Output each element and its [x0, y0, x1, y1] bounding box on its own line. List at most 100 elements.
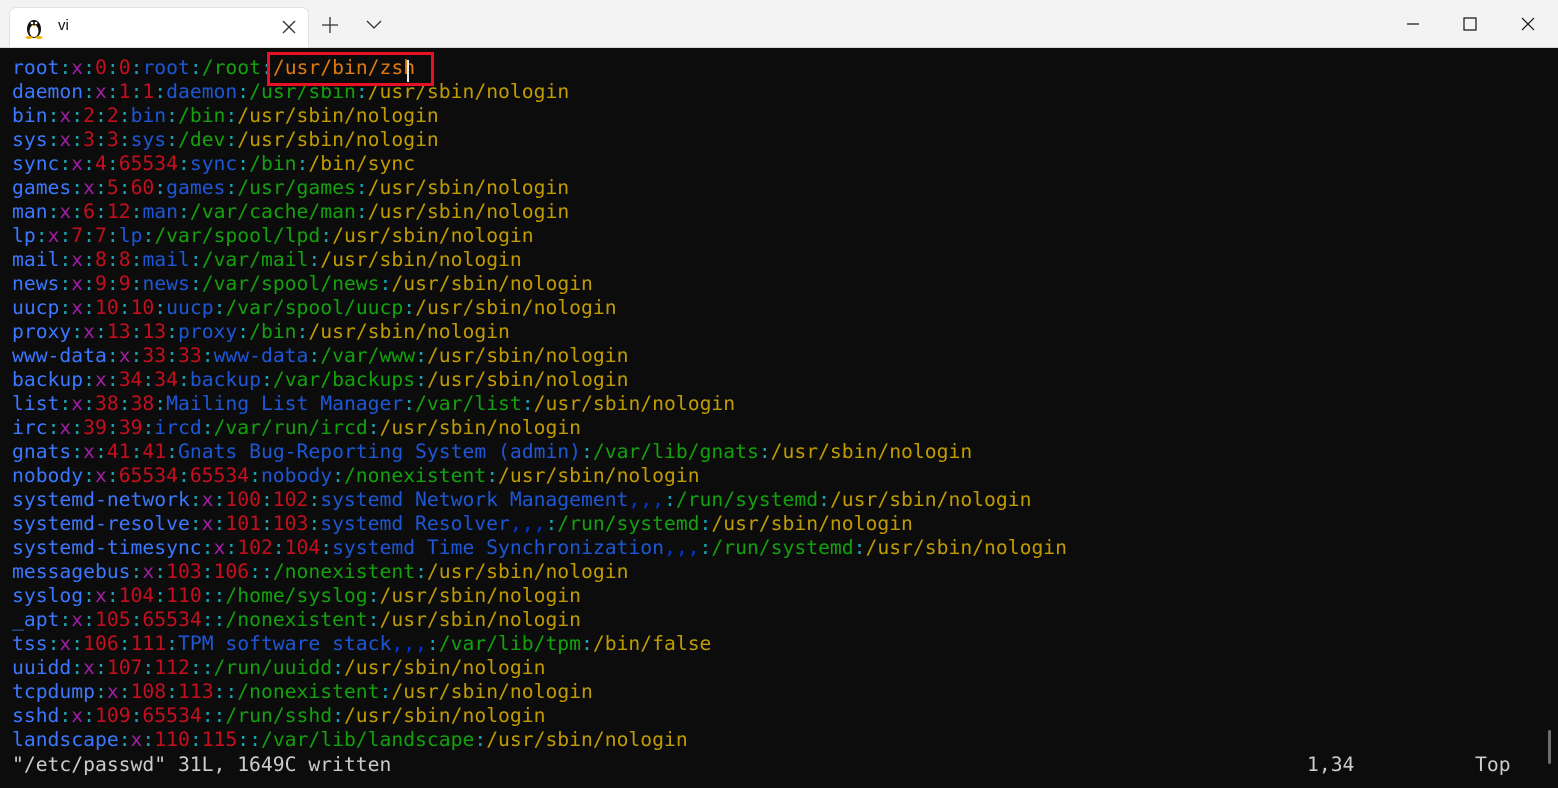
passwd-line[interactable]: systemd-resolve:x:101:103:systemd Resolv… — [12, 512, 1067, 536]
field-gid: 112 — [154, 656, 190, 679]
passwd-line[interactable]: daemon:x:1:1:daemon:/usr/sbin:/usr/sbin/… — [12, 80, 1067, 104]
passwd-line[interactable]: mail:x:8:8:mail:/var/mail:/usr/sbin/nolo… — [12, 248, 1067, 272]
field-username: irc — [12, 416, 48, 439]
field-separator: : — [130, 248, 143, 271]
passwd-line[interactable]: sync:x:4:65534:sync:/bin:/bin/sync — [12, 152, 1067, 176]
field-username: sync — [12, 152, 60, 175]
field-gecos: mail — [142, 248, 190, 271]
field-username: man — [12, 200, 48, 223]
passwd-line[interactable]: proxy:x:13:13:proxy:/bin:/usr/sbin/nolog… — [12, 320, 1067, 344]
field-separator: : — [249, 464, 261, 487]
passwd-line[interactable]: sys:x:3:3:sys:/dev:/usr/sbin/nologin — [12, 128, 1067, 152]
passwd-line[interactable]: irc:x:39:39:ircd:/var/run/ircd:/usr/sbin… — [12, 416, 1067, 440]
field-shell: /usr/sbin/nologin — [391, 272, 593, 295]
field-separator: : — [142, 224, 155, 247]
passwd-line[interactable]: uucp:x:10:10:uucp:/var/spool/uucp:/usr/s… — [12, 296, 1067, 320]
field-gid: 115 — [201, 728, 238, 751]
passwd-line[interactable]: landscape:x:110:115::/var/lib/landscape:… — [12, 728, 1067, 752]
field-shell: /usr/sbin/nologin — [426, 344, 629, 367]
field-separator: : — [83, 368, 95, 391]
field-username: nobody — [12, 464, 84, 487]
field-shell: /usr/sbin/nologin — [343, 704, 546, 727]
passwd-line[interactable]: systemd-network:x:100:102:systemd Networ… — [12, 488, 1067, 512]
field-shell: /usr/sbin/nologin — [486, 728, 688, 751]
terminal-area[interactable]: root:x:0:0:root:/root:/usr/bin/zsh daemon… — [0, 48, 1558, 788]
field-gid: 10 — [130, 296, 155, 319]
passwd-line[interactable]: systemd-timesync:x:102:104:systemd Time … — [12, 536, 1067, 560]
field-separator: : — [166, 440, 178, 463]
cursor-position: 1,34 — [1307, 753, 1355, 776]
field-separator: : — [237, 80, 250, 103]
field-home: /var/cache/man — [189, 200, 356, 223]
field-password: x — [71, 296, 84, 319]
field-shell: /usr/sbin/nologin — [865, 536, 1068, 559]
passwd-line[interactable]: lp:x:7:7:lp:/var/spool/lpd:/usr/sbin/nol… — [12, 224, 1067, 248]
field-uid: 6 — [83, 200, 95, 223]
field-gecos: proxy — [178, 320, 238, 343]
field-password: x — [201, 512, 214, 535]
field-home: /var/mail — [201, 248, 309, 271]
passwd-line[interactable]: _apt:x:105:65534::/nonexistent:/usr/sbin… — [12, 608, 1067, 632]
field-gid: 33 — [177, 344, 202, 367]
field-separator: : — [118, 632, 131, 655]
field-password: x — [83, 656, 95, 679]
field-separator: : — [189, 512, 202, 535]
passwd-line[interactable]: news:x:9:9:news:/var/spool/news:/usr/sbi… — [12, 272, 1067, 296]
passwd-line[interactable]: nobody:x:65534:65534:nobody:/nonexistent… — [12, 464, 1067, 488]
field-separator: : — [95, 128, 107, 151]
passwd-line[interactable]: tcpdump:x:108:113::/nonexistent:/usr/sbi… — [12, 680, 1067, 704]
field-gid: 41 — [142, 440, 167, 463]
passwd-line[interactable]: backup:x:34:34:backup:/var/backups:/usr/… — [12, 368, 1067, 392]
field-separator: : — [201, 416, 214, 439]
field-separator: : — [130, 80, 143, 103]
field-password: x — [59, 104, 72, 127]
field-separator: : — [415, 344, 427, 367]
vi-buffer[interactable]: root:x:0:0:root:/root:/usr/bin/zsh daemon… — [12, 56, 1067, 752]
close-tab-icon[interactable] — [282, 20, 296, 34]
field-separator: : — [166, 104, 178, 127]
field-shell: /usr/sbin/nologin — [237, 104, 439, 127]
passwd-line[interactable]: syslog:x:104:110::/home/syslog:/usr/sbin… — [12, 584, 1067, 608]
field-home: /nonexistent — [237, 680, 380, 703]
field-gid: 12 — [106, 200, 131, 223]
new-tab-plus-icon[interactable] — [322, 17, 338, 33]
field-shell: /usr/sbin/nologin — [237, 128, 439, 151]
field-username: backup — [12, 368, 84, 391]
field-separator: : — [83, 296, 95, 319]
passwd-line[interactable]: messagebus:x:103:106::/nonexistent:/usr/… — [12, 560, 1067, 584]
passwd-line[interactable]: uuidd:x:107:112::/run/uuidd:/usr/sbin/no… — [12, 656, 1067, 680]
passwd-line[interactable]: www-data:x:33:33:www-data:/var/www:/usr/… — [12, 344, 1067, 368]
field-home: /var/www — [320, 344, 416, 367]
field-uid: 100 — [225, 488, 261, 511]
field-gid: 110 — [166, 584, 202, 607]
passwd-line[interactable]: man:x:6:12:man:/var/cache/man:/usr/sbin/… — [12, 200, 1067, 224]
field-gecos: games — [166, 176, 226, 199]
field-separator: : — [95, 104, 107, 127]
field-separator: : — [201, 584, 214, 607]
maximize-icon[interactable] — [1447, 8, 1493, 40]
field-home: /var/spool/lpd — [154, 224, 321, 247]
passwd-line[interactable]: tss:x:106:111:TPM software stack,,,:/var… — [12, 632, 1067, 656]
passwd-line[interactable]: list:x:38:38:Mailing List Manager:/var/l… — [12, 392, 1067, 416]
passwd-line[interactable]: sshd:x:109:65534::/run/sshd:/usr/sbin/no… — [12, 704, 1067, 728]
field-username: bin — [12, 104, 48, 127]
passwd-line[interactable]: gnats:x:41:41:Gnats Bug-Reporting System… — [12, 440, 1067, 464]
field-separator: : — [332, 656, 344, 679]
passwd-line[interactable]: root:x:0:0:root:/root:/usr/bin/zsh — [12, 56, 1067, 80]
field-separator: : — [71, 440, 84, 463]
tab-vi[interactable]: vi — [10, 8, 308, 47]
chevron-down-icon[interactable] — [366, 20, 382, 30]
field-separator: : — [106, 56, 119, 79]
minimize-icon[interactable] — [1390, 8, 1436, 40]
passwd-line[interactable]: games:x:5:60:games:/usr/games:/usr/sbin/… — [12, 176, 1067, 200]
field-username: root — [12, 56, 60, 79]
field-separator: : — [130, 320, 143, 343]
field-separator: : — [260, 512, 273, 535]
field-separator: : — [178, 368, 190, 391]
field-shell: /usr/sbin/nologin — [426, 368, 629, 391]
field-separator: : — [663, 488, 676, 511]
field-separator: : — [166, 344, 178, 367]
scrollbar-thumb[interactable] — [1548, 730, 1551, 764]
close-window-icon[interactable] — [1505, 8, 1551, 40]
passwd-line[interactable]: bin:x:2:2:bin:/bin:/usr/sbin/nologin — [12, 104, 1067, 128]
